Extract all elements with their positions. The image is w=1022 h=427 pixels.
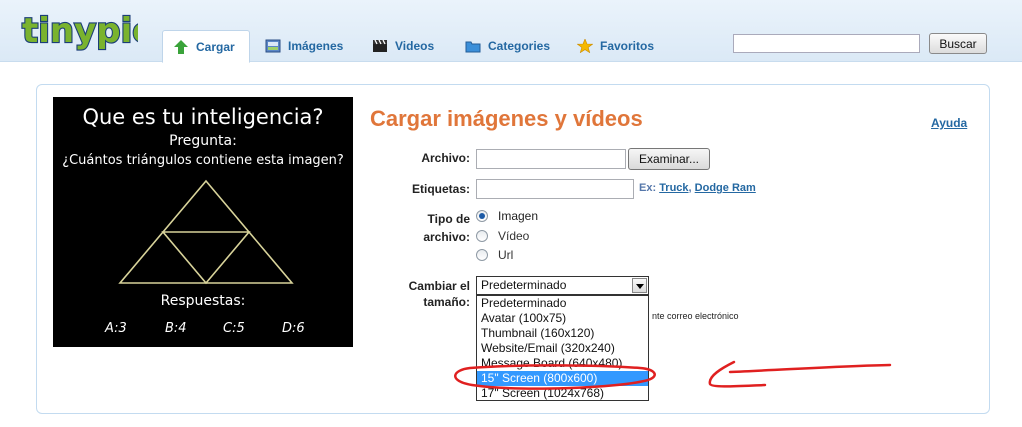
- tab-categories[interactable]: Categories: [455, 30, 564, 62]
- up-arrow-icon: [173, 39, 189, 54]
- file-label: Archivo:: [421, 151, 470, 165]
- radio-button[interactable]: [476, 249, 488, 261]
- ad-answers-label: Respuestas:: [160, 293, 246, 309]
- help-link[interactable]: Ayuda: [931, 116, 967, 130]
- triangle-figure: [118, 179, 294, 285]
- dropdown-option-highlighted[interactable]: 15" Screen (800x600): [477, 371, 648, 386]
- tab-favoritos[interactable]: Favoritos: [567, 30, 668, 62]
- dropdown-option[interactable]: Message Board (640x480): [477, 356, 648, 371]
- search-input[interactable]: [733, 34, 920, 53]
- logo-wordmark: tinypic: [22, 11, 138, 51]
- email-option-text-partial: nte correo electrónico: [652, 311, 739, 321]
- file-type-label-line1: Tipo de: [427, 212, 470, 226]
- file-type-label: Tipo de archivo:: [404, 210, 470, 246]
- resize-select[interactable]: Predeterminado: [476, 276, 649, 295]
- dropdown-option[interactable]: Website/Email (320x240): [477, 341, 648, 356]
- radio-button[interactable]: [476, 230, 488, 242]
- tab-label: Videos: [395, 39, 435, 53]
- dropdown-option[interactable]: Predeterminado: [477, 296, 648, 311]
- tab-label: Categories: [488, 39, 551, 53]
- resize-label-line2: tamaño:: [423, 295, 470, 309]
- resize-label-line1: Cambiar el: [408, 279, 470, 293]
- radio-url[interactable]: Url: [476, 248, 513, 262]
- ad-answer-b: B:4: [165, 321, 187, 336]
- radio-label: Imagen: [498, 209, 539, 223]
- ad-title: Que es tu inteligencia?: [82, 105, 324, 129]
- images-icon: [265, 39, 281, 53]
- radio-video[interactable]: Vídeo: [476, 229, 529, 243]
- browse-button[interactable]: Examinar...: [628, 148, 710, 170]
- radio-button-checked[interactable]: [476, 210, 488, 222]
- chevron-down-icon[interactable]: [632, 278, 647, 293]
- tab-imagenes[interactable]: Imágenes: [255, 30, 357, 62]
- tags-hint: Ex: Truck, Dodge Ram: [639, 182, 756, 194]
- ad-answer-a: A:3: [105, 321, 127, 336]
- tags-label: Etiquetas:: [411, 182, 470, 196]
- quiz-advertisement[interactable]: Que es tu inteligencia? Pregunta: ¿Cuánt…: [53, 97, 353, 347]
- folder-icon: [465, 39, 481, 53]
- page-title: Cargar imágenes y vídeos: [370, 106, 643, 131]
- tab-label: Favoritos: [600, 39, 655, 53]
- resize-dropdown-list: Predeterminado Avatar (100x75) Thumbnail…: [476, 295, 649, 401]
- tinypic-logo[interactable]: tinypic: [20, 8, 138, 52]
- radio-label: Vídeo: [498, 229, 530, 243]
- search-button[interactable]: Buscar: [929, 33, 987, 54]
- tab-videos[interactable]: Videos: [362, 30, 448, 62]
- radio-imagen[interactable]: Imagen: [476, 209, 538, 223]
- tags-input[interactable]: [476, 179, 634, 199]
- dropdown-option[interactable]: 17" Screen (1024x768): [477, 386, 648, 401]
- star-icon: [576, 38, 594, 54]
- clapperboard-icon: [372, 39, 388, 53]
- tab-label: Imágenes: [288, 39, 344, 53]
- header: tinypic Cargar Imágenes Videos Categorie…: [0, 0, 1022, 63]
- tab-cargar[interactable]: Cargar: [162, 30, 250, 63]
- tags-hint-prefix: Ex:: [639, 182, 660, 194]
- dropdown-option[interactable]: Avatar (100x75): [477, 311, 648, 326]
- ad-answer-d: D:6: [282, 321, 305, 336]
- radio-label: Url: [498, 248, 514, 262]
- tab-label: Cargar: [196, 39, 235, 54]
- ad-answer-c: C:5: [223, 321, 245, 336]
- resize-select-value: Predeterminado: [481, 278, 567, 292]
- dropdown-option[interactable]: Thumbnail (160x120): [477, 326, 648, 341]
- file-type-label-line2: archivo:: [423, 230, 470, 244]
- resize-label: Cambiar el tamaño:: [386, 278, 470, 310]
- ad-subtitle: Pregunta:: [169, 133, 237, 149]
- tags-example-truck[interactable]: Truck: [659, 182, 688, 194]
- ad-question: ¿Cuántos triángulos contiene esta imagen…: [62, 153, 344, 168]
- file-input[interactable]: [476, 149, 626, 169]
- tags-example-dodge-ram[interactable]: Dodge Ram: [695, 182, 756, 194]
